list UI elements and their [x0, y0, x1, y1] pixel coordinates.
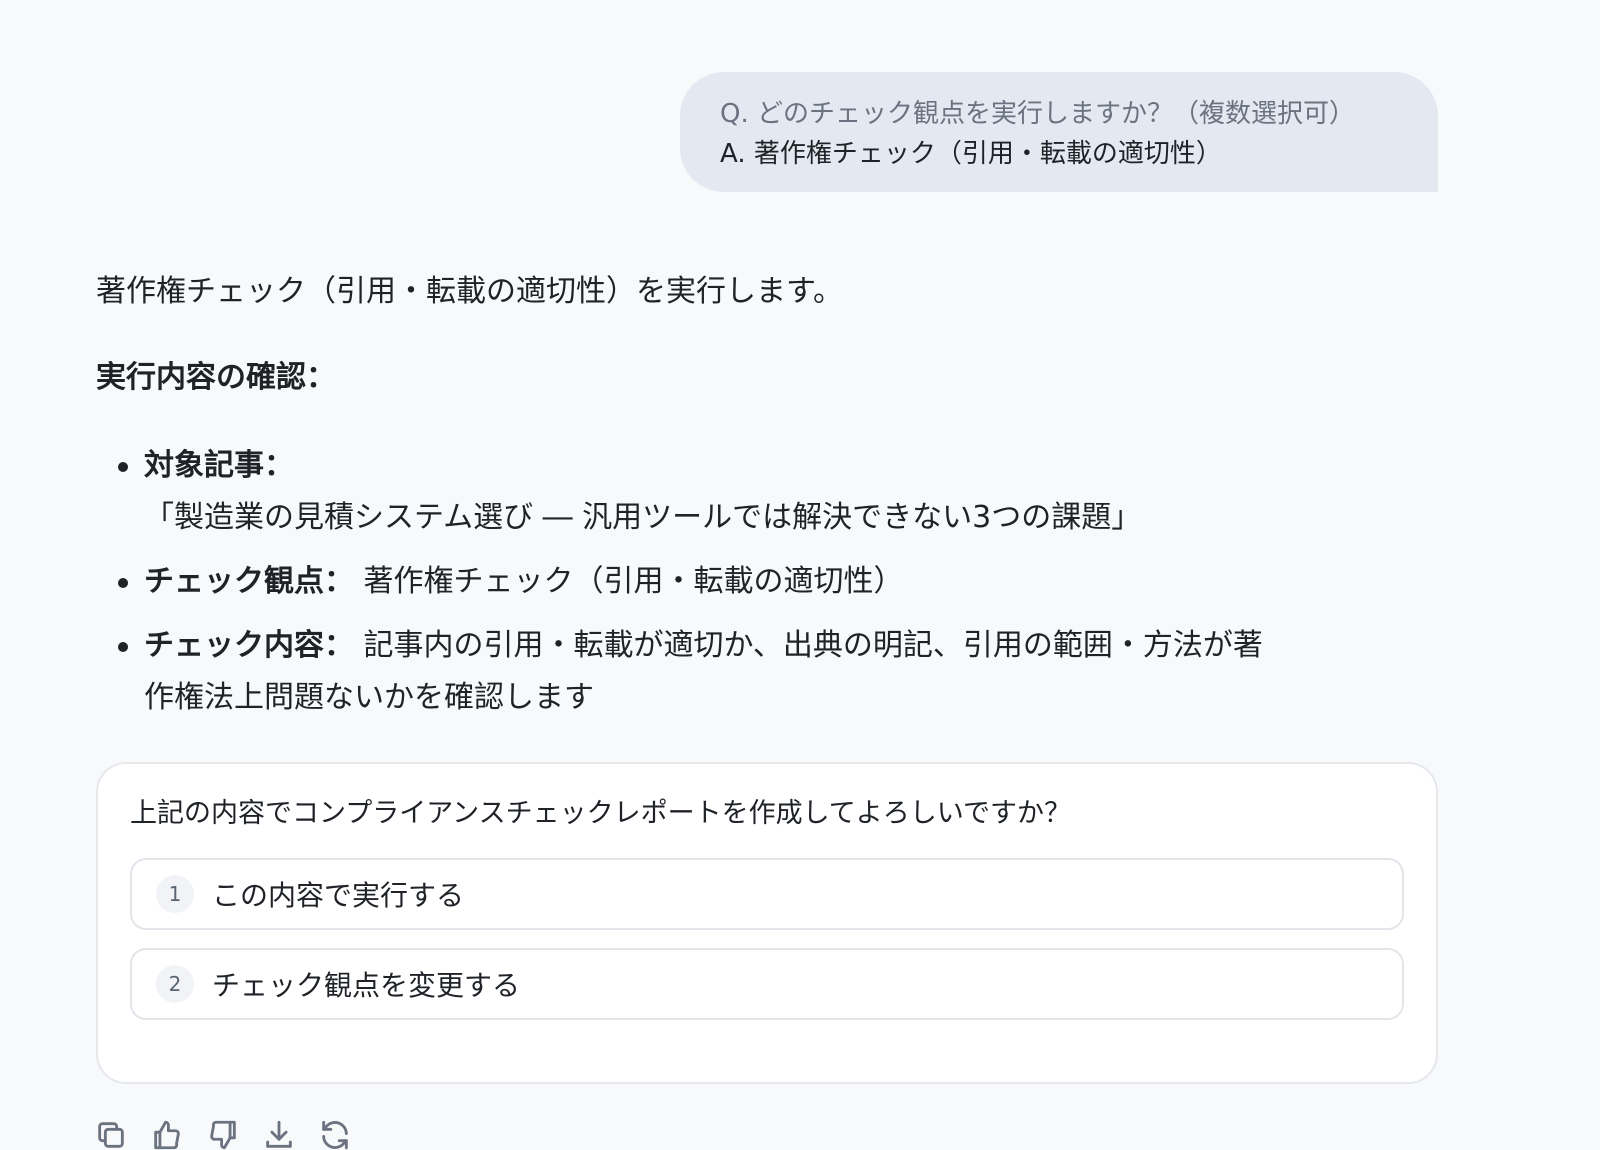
- user-answer-text: A. 著作権チェック（引用・転載の適切性）: [720, 139, 1222, 169]
- assistant-intro: 著作権チェック（引用・転載の適切性）を実行します。: [96, 274, 843, 309]
- detail-item-aspect: チェック観点： 著作権チェック（引用・転載の適切性）: [118, 556, 1264, 608]
- detail-item-target: 対象記事： 「製造業の見積システム選び ― 汎用ツールでは解決できない3つの課題」: [118, 440, 1264, 544]
- thumbs-up-icon[interactable]: [150, 1118, 184, 1150]
- user-message-bubble: Q. どのチェック観点を実行しますか？（複数選択可） A. 著作権チェック（引用…: [680, 72, 1438, 192]
- option-number: 2: [156, 965, 194, 1003]
- details-list: 対象記事： 「製造業の見積システム選び ― 汎用ツールでは解決できない3つの課題」…: [96, 440, 1264, 724]
- option-number: 1: [156, 875, 194, 913]
- download-icon[interactable]: [262, 1118, 296, 1150]
- message-actions: [94, 1118, 352, 1150]
- detail-label: チェック観点：: [144, 564, 354, 599]
- detail-value: 「製造業の見積システム選び ― 汎用ツールでは解決できない3つの課題」: [144, 500, 1142, 535]
- option-label: この内容で実行する: [212, 879, 465, 912]
- section-title: 実行内容の確認：: [96, 360, 336, 395]
- option-execute-button[interactable]: 1 この内容で実行する: [130, 858, 1404, 930]
- option-change-aspect-button[interactable]: 2 チェック観点を変更する: [130, 948, 1404, 1020]
- copy-icon[interactable]: [94, 1118, 128, 1150]
- detail-label: チェック内容：: [144, 628, 354, 663]
- detail-item-content: チェック内容： 記事内の引用・転載が適切か、出典の明記、引用の範囲・方法が著作権…: [118, 620, 1264, 724]
- assistant-message: 著作権チェック（引用・転載の適切性）を実行します。 実行内容の確認： 対象記事：…: [96, 270, 1263, 736]
- option-label: チェック観点を変更する: [212, 969, 521, 1002]
- chat-page: Q. どのチェック観点を実行しますか？（複数選択可） A. 著作権チェック（引用…: [0, 0, 1600, 1150]
- confirm-question: 上記の内容でコンプライアンスチェックレポートを作成してよろしいですか？: [130, 798, 1071, 829]
- detail-label: 対象記事：: [144, 448, 294, 483]
- regenerate-icon[interactable]: [318, 1118, 352, 1150]
- thumbs-down-icon[interactable]: [206, 1118, 240, 1150]
- confirm-card: 上記の内容でコンプライアンスチェックレポートを作成してよろしいですか？ 1 この…: [96, 762, 1438, 1084]
- user-question-text: Q. どのチェック観点を実行しますか？（複数選択可）: [720, 99, 1355, 129]
- detail-value: 著作権チェック（引用・転載の適切性）: [354, 564, 904, 599]
